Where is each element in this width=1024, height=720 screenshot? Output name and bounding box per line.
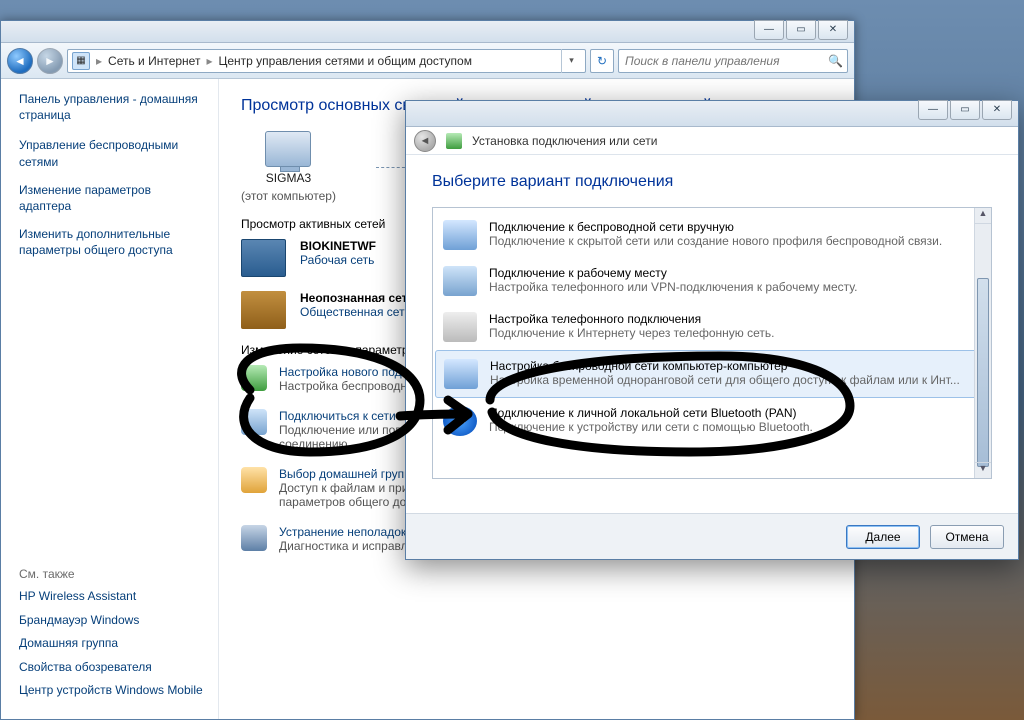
network-icon: ▦ <box>72 52 90 70</box>
option-manual-wifi[interactable]: Подключение к беспроводной сети вручную … <box>435 212 989 258</box>
forward-button[interactable]: ► <box>37 48 63 74</box>
task-title[interactable]: Подключиться к сети <box>279 409 396 423</box>
breadcrumb[interactable]: ▦ ▸ Сеть и Интернет ▸ Центр управления с… <box>67 49 586 73</box>
dlg-crumb-text: Установка подключения или сети <box>472 134 657 148</box>
close-button[interactable]: ✕ <box>818 20 848 40</box>
refresh-button[interactable]: ↻ <box>590 49 614 73</box>
seealso-link[interactable]: HP Wireless Assistant <box>19 589 204 605</box>
option-sub: Настройка телефонного или VPN-подключени… <box>489 280 857 294</box>
cancel-button[interactable]: Отмена <box>930 525 1004 549</box>
sidebar-task[interactable]: Изменение параметров адаптера <box>19 182 204 214</box>
search-box[interactable]: 🔍 <box>618 49 848 73</box>
cp-home-link[interactable]: Панель управления - домашняя страница <box>19 91 204 123</box>
nav-bar: ◄ ► ▦ ▸ Сеть и Интернет ▸ Центр управлен… <box>1 43 854 79</box>
seealso-link[interactable]: Центр устройств Windows Mobile <box>19 683 204 699</box>
scroll-thumb[interactable] <box>977 278 989 467</box>
work-network-icon <box>241 239 286 277</box>
public-network-icon <box>241 291 286 329</box>
sidebar: Панель управления - домашняя страница Уп… <box>1 79 219 719</box>
net2-type[interactable]: Общественная сеть <box>300 305 411 319</box>
workplace-icon <box>443 266 477 296</box>
wifi-icon <box>443 220 477 250</box>
net1-name: BIOKINETWF <box>300 239 376 253</box>
connect-icon <box>241 409 267 435</box>
option-workplace[interactable]: Подключение к рабочему месту Настройка т… <box>435 258 989 304</box>
breadcrumb-l2[interactable]: Центр управления сетями и общим доступом <box>218 54 472 68</box>
scroll-down-icon[interactable]: ▼ <box>975 462 991 478</box>
seealso-link[interactable]: Свойства обозревателя <box>19 660 204 676</box>
scroll-up-icon[interactable]: ▲ <box>975 208 991 224</box>
sidebar-task[interactable]: Изменить дополнительные параметры общего… <box>19 226 204 258</box>
sidebar-task[interactable]: Управление беспроводными сетями <box>19 137 204 169</box>
seealso-link[interactable]: Брандмауэр Windows <box>19 613 204 629</box>
option-title: Подключение к рабочему месту <box>489 266 857 280</box>
option-title: Настройка телефонного подключения <box>489 312 775 326</box>
option-title: Настройка беспроводной сети компьютер-ко… <box>490 359 960 373</box>
search-icon: 🔍 <box>828 54 843 68</box>
seealso-header: См. также <box>19 567 204 581</box>
connection-wizard-dialog: — ▭ ✕ ◄ Установка подключения или сети В… <box>405 100 1019 560</box>
wizard-icon <box>446 133 462 149</box>
scrollbar[interactable]: ▲ ▼ <box>974 208 991 478</box>
option-dialup[interactable]: Настройка телефонного подключения Подклю… <box>435 304 989 350</box>
maximize-button[interactable]: ▭ <box>786 20 816 40</box>
breadcrumb-l1[interactable]: Сеть и Интернет <box>108 54 200 68</box>
bluetooth-icon <box>443 406 477 436</box>
search-input[interactable] <box>623 53 828 69</box>
breadcrumb-drop-icon[interactable]: ▾ <box>561 49 581 73</box>
net2-name: Неопознанная сеть <box>300 291 415 305</box>
plus-icon <box>241 365 267 391</box>
dialog-footer: Далее Отмена <box>406 513 1018 559</box>
dlg-maximize-button[interactable]: ▭ <box>950 100 980 120</box>
dlg-back-button[interactable]: ◄ <box>414 130 436 152</box>
option-sub: Подключение к устройству или сети с помо… <box>489 420 813 434</box>
option-list: Подключение к беспроводной сети вручную … <box>432 207 992 479</box>
option-adhoc[interactable]: Настройка беспроводной сети компьютер-ко… <box>435 350 989 398</box>
dlg-close-button[interactable]: ✕ <box>982 100 1012 120</box>
dialog-breadcrumb: ◄ Установка подключения или сети <box>406 127 1018 155</box>
phone-icon <box>443 312 477 342</box>
pc-sub: (этот компьютер) <box>241 189 336 203</box>
option-sub: Подключение к скрытой сети или создание … <box>489 234 942 248</box>
seealso-link[interactable]: Домашняя группа <box>19 636 204 652</box>
net1-type[interactable]: Рабочая сеть <box>300 253 374 267</box>
homegroup-icon <box>241 467 267 493</box>
dialog-titlebar: — ▭ ✕ <box>406 101 1018 127</box>
option-sub: Подключение к Интернету через телефонную… <box>489 326 775 340</box>
next-button[interactable]: Далее <box>846 525 920 549</box>
dialog-title: Выберите вариант подключения <box>432 173 992 191</box>
adhoc-icon <box>444 359 478 389</box>
computer-icon <box>265 131 311 167</box>
task-title[interactable]: Устранение неполадок <box>279 525 406 539</box>
option-sub: Настройка временной одноранговой сети дл… <box>490 373 960 387</box>
minimize-button[interactable]: — <box>754 20 784 40</box>
option-bluetooth[interactable]: Подключение к личной локальной сети Blue… <box>435 398 989 444</box>
main-titlebar: — ▭ ✕ <box>1 21 854 43</box>
option-title: Подключение к личной локальной сети Blue… <box>489 406 813 420</box>
pc-name: SIGMA3 <box>266 171 311 185</box>
option-title: Подключение к беспроводной сети вручную <box>489 220 942 234</box>
back-button[interactable]: ◄ <box>7 48 33 74</box>
dlg-minimize-button[interactable]: — <box>918 100 948 120</box>
troubleshoot-icon <box>241 525 267 551</box>
